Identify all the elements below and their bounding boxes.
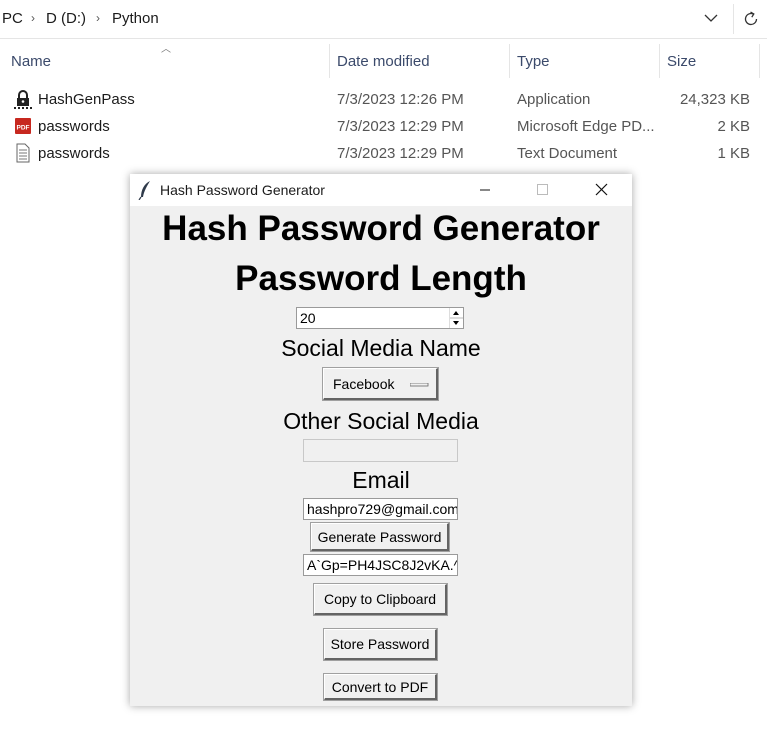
app-window: Hash Password Generator Hash Password Ge…: [130, 174, 632, 706]
column-divider[interactable]: [659, 44, 660, 78]
column-size[interactable]: Size: [667, 53, 696, 70]
address-bar[interactable]: PC › D (D:) › Python: [0, 0, 767, 39]
column-divider[interactable]: [509, 44, 510, 78]
other-social-media-input[interactable]: [303, 439, 458, 462]
divider: [733, 4, 734, 34]
application-lock-icon: [14, 90, 32, 109]
file-row[interactable]: PDF passwords 7/3/2023 12:29 PM Microsof…: [0, 114, 767, 140]
generate-password-button[interactable]: Generate Password: [310, 522, 450, 552]
password-length-value: 20: [300, 310, 316, 326]
breadcrumb-drive[interactable]: D (D:): [46, 10, 86, 27]
chevron-down-icon[interactable]: [704, 13, 718, 23]
social-media-dropdown[interactable]: Facebook: [322, 367, 439, 401]
app-heading: Hash Password Generator: [162, 209, 600, 248]
window-title: Hash Password Generator: [160, 182, 325, 198]
password-length-label: Password Length: [235, 259, 527, 298]
column-divider[interactable]: [329, 44, 330, 78]
social-media-selected: Facebook: [333, 376, 395, 392]
file-name: HashGenPass: [38, 91, 135, 108]
file-name: passwords: [38, 118, 110, 135]
minimize-button[interactable]: [462, 174, 508, 206]
close-button[interactable]: [578, 174, 624, 206]
chevron-right-icon: ›: [96, 11, 100, 25]
text-file-icon: [16, 143, 30, 163]
column-divider[interactable]: [759, 44, 760, 78]
option-menu-indicator-icon: [410, 383, 429, 387]
file-name: passwords: [38, 145, 110, 162]
file-size: 2 KB: [717, 118, 750, 135]
store-password-button[interactable]: Store Password: [323, 628, 438, 661]
password-length-spinbox[interactable]: 20: [296, 307, 464, 329]
file-row[interactable]: passwords 7/3/2023 12:29 PM Text Documen…: [0, 141, 767, 167]
breadcrumb-pc[interactable]: PC: [2, 10, 23, 27]
file-row[interactable]: HashGenPass 7/3/2023 12:26 PM Applicatio…: [0, 87, 767, 113]
file-type: Application: [517, 91, 591, 108]
refresh-icon[interactable]: [741, 9, 761, 29]
chevron-right-icon: ›: [31, 11, 35, 25]
convert-to-pdf-button[interactable]: Convert to PDF: [323, 673, 438, 701]
breadcrumb-folder[interactable]: Python: [112, 10, 159, 27]
file-date: 7/3/2023 12:29 PM: [337, 145, 464, 162]
spinbox-arrows-icon[interactable]: [449, 308, 463, 328]
title-bar[interactable]: Hash Password Generator: [130, 174, 632, 206]
file-type: Microsoft Edge PD...: [517, 118, 655, 135]
column-date[interactable]: Date modified: [337, 53, 430, 70]
file-size: 1 KB: [717, 145, 750, 162]
file-size: 24,323 KB: [679, 91, 750, 108]
feather-icon: [138, 181, 150, 200]
social-media-label: Social Media Name: [281, 335, 481, 361]
generated-password-field[interactable]: A`Gp=PH4JSC8J2vKA.^: [303, 554, 458, 576]
file-date: 7/3/2023 12:29 PM: [337, 118, 464, 135]
email-input[interactable]: hashpro729@gmail.com: [303, 498, 458, 520]
other-social-media-label: Other Social Media: [283, 408, 479, 434]
email-label: Email: [352, 467, 410, 493]
pdf-file-icon: PDF: [15, 118, 31, 134]
maximize-button[interactable]: [519, 174, 565, 206]
generated-password-value: A`Gp=PH4JSC8J2vKA.^: [307, 557, 458, 573]
email-value: hashpro729@gmail.com: [307, 501, 458, 517]
column-header-row: Name Date modified Type Size: [0, 44, 767, 78]
file-date: 7/3/2023 12:26 PM: [337, 91, 464, 108]
copy-to-clipboard-button[interactable]: Copy to Clipboard: [313, 583, 448, 616]
column-name[interactable]: Name: [11, 53, 51, 70]
file-type: Text Document: [517, 145, 618, 162]
svg-text:PDF: PDF: [17, 125, 30, 132]
column-type[interactable]: Type: [517, 53, 550, 70]
